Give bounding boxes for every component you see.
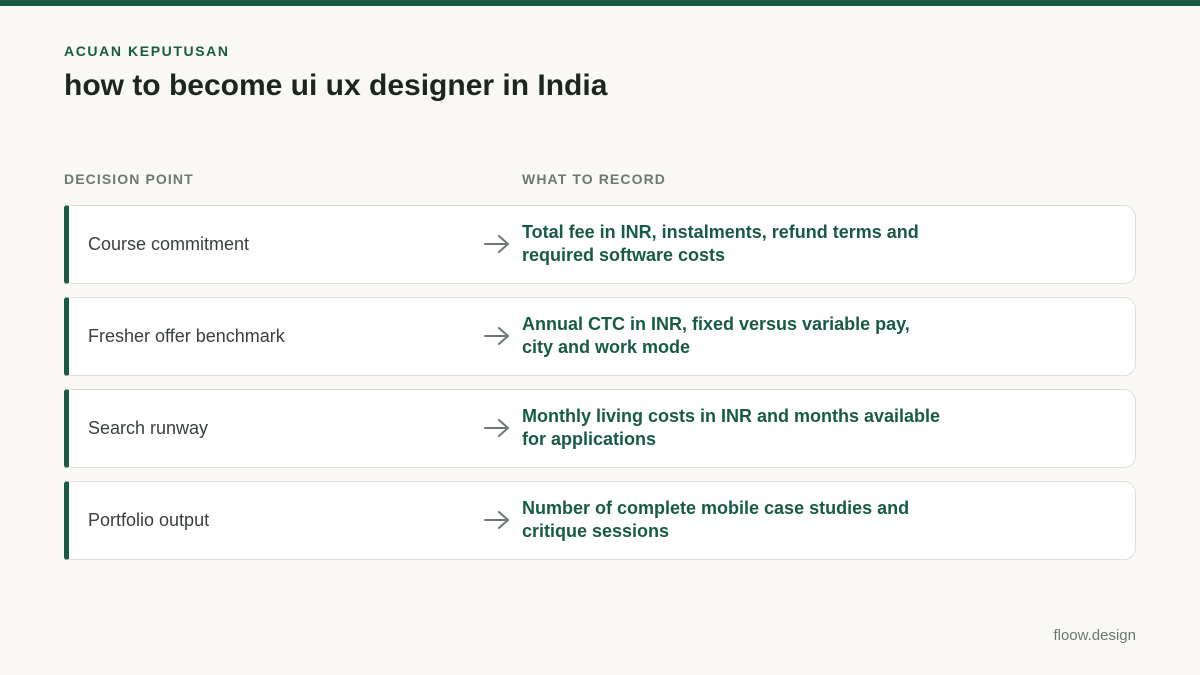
table-row: Fresher offer benchmark Annual CTC in IN…: [64, 297, 1136, 376]
decision-point-label: Portfolio output: [88, 510, 210, 530]
table-row: Search runway Monthly living costs in IN…: [64, 389, 1136, 468]
decision-table: Course commitment Total fee in INR, inst…: [64, 205, 1136, 573]
arrow-right-icon: [484, 235, 509, 253]
column-header-decision-point: DECISION POINT: [64, 171, 194, 187]
table-row: Course commitment Total fee in INR, inst…: [64, 205, 1136, 284]
eyebrow-label: ACUAN KEPUTUSAN: [64, 43, 230, 59]
what-to-record-value: Annual CTC in INR, fixed versus variable…: [522, 314, 910, 357]
arrow-right-icon: [484, 419, 509, 437]
page-title: how to become ui ux designer in India: [64, 69, 608, 102]
decision-point-label: Fresher offer benchmark: [88, 326, 285, 346]
what-to-record-value: Monthly living costs in INR and months a…: [522, 406, 941, 449]
what-to-record-value: Total fee in INR, instalments, refund te…: [522, 222, 919, 265]
decision-point-label: Course commitment: [88, 234, 250, 254]
what-to-record-value: Number of complete mobile case studies a…: [522, 498, 910, 541]
footer-brand: floow.design: [1053, 627, 1136, 644]
top-accent-bar: [0, 0, 1200, 6]
arrow-right-icon: [484, 511, 509, 529]
column-header-what-to-record: WHAT TO RECORD: [522, 171, 666, 187]
table-row: Portfolio output Number of complete mobi…: [64, 481, 1136, 560]
arrow-right-icon: [484, 327, 509, 345]
decision-point-label: Search runway: [88, 418, 209, 438]
